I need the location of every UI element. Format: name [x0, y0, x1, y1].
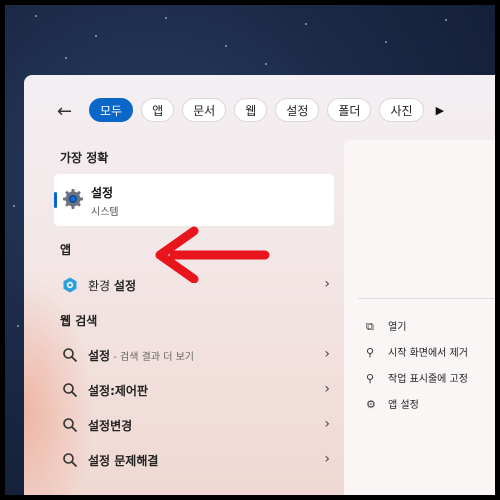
- pin-icon: ⚲: [366, 372, 375, 385]
- open-icon: ⧉: [366, 320, 374, 333]
- divider: [358, 298, 495, 299]
- web-search-heading: 웹 검색: [60, 314, 98, 328]
- best-match-result[interactable]: 설정 시스템: [54, 174, 334, 226]
- search-icon: [63, 418, 78, 433]
- chip-documents[interactable]: 문서: [182, 98, 227, 122]
- desktop-background: ← 모두 앱 문서 웹 설정 폴더 사진 ▶ 가장 정확 설정 시스템 앱 환경…: [5, 5, 495, 495]
- chip-all[interactable]: 모두: [89, 98, 134, 122]
- chip-photos[interactable]: 사진: [379, 98, 424, 122]
- settings-app-icon: [63, 277, 77, 293]
- red-arrow-annotation: [155, 226, 270, 283]
- gear-icon: ⚙: [366, 398, 376, 411]
- more-filters-button[interactable]: ▶: [436, 104, 444, 117]
- preview-pane: ⧉ 열기 ⚲ 시작 화면에서 제거 ⚲ 작업 표시줄에 고정 ⚙ 앱 설정: [344, 140, 495, 495]
- best-match-subtitle: 시스템: [91, 207, 119, 218]
- app-result-label: 환경 설정: [88, 279, 136, 293]
- chevron-right-icon: ›: [324, 381, 330, 397]
- search-panel: ← 모두 앱 문서 웹 설정 폴더 사진 ▶ 가장 정확 설정 시스템 앱 환경…: [24, 75, 495, 495]
- chevron-right-icon: ›: [324, 451, 330, 467]
- web-result-label: 설정변경: [88, 419, 133, 433]
- back-button[interactable]: ←: [57, 101, 72, 122]
- settings-gear-icon: [63, 189, 83, 209]
- web-result-label: 설정 문제해결: [88, 454, 159, 468]
- chevron-right-icon: ›: [324, 346, 330, 362]
- apps-heading: 앱: [60, 243, 72, 257]
- action-app-settings[interactable]: ⚙ 앱 설정: [366, 396, 419, 411]
- best-match-title: 설정: [91, 186, 114, 200]
- action-open[interactable]: ⧉ 열기: [366, 318, 406, 334]
- web-result-label: 설정:제어판: [88, 384, 148, 398]
- search-icon: [63, 453, 78, 468]
- chip-web[interactable]: 웹: [234, 98, 268, 122]
- search-icon: [63, 383, 78, 398]
- web-result-item[interactable]: 설정:제어판 ›: [54, 374, 334, 406]
- search-icon: [63, 348, 78, 363]
- best-match-heading: 가장 정확: [60, 151, 109, 165]
- web-result-label: 설정 - 검색 결과 더 보기: [88, 349, 194, 363]
- unpin-icon: ⚲: [366, 346, 375, 359]
- action-unpin-start[interactable]: ⚲ 시작 화면에서 제거: [366, 344, 468, 359]
- web-result-item[interactable]: 설정 - 검색 결과 더 보기 ›: [54, 339, 334, 371]
- chevron-right-icon: ›: [324, 416, 330, 432]
- web-result-item[interactable]: 설정변경 ›: [54, 409, 334, 441]
- chevron-right-icon: ›: [324, 276, 330, 292]
- filter-chips: 모두 앱 문서 웹 설정 폴더 사진 ▶: [89, 98, 444, 122]
- selection-indicator: [54, 192, 57, 208]
- chip-folders[interactable]: 폴더: [327, 98, 372, 122]
- web-result-item[interactable]: 설정 문제해결 ›: [54, 444, 334, 476]
- chip-settings[interactable]: 설정: [275, 98, 320, 122]
- chip-apps[interactable]: 앱: [141, 98, 175, 122]
- action-pin-taskbar[interactable]: ⚲ 작업 표시줄에 고정: [366, 370, 468, 385]
